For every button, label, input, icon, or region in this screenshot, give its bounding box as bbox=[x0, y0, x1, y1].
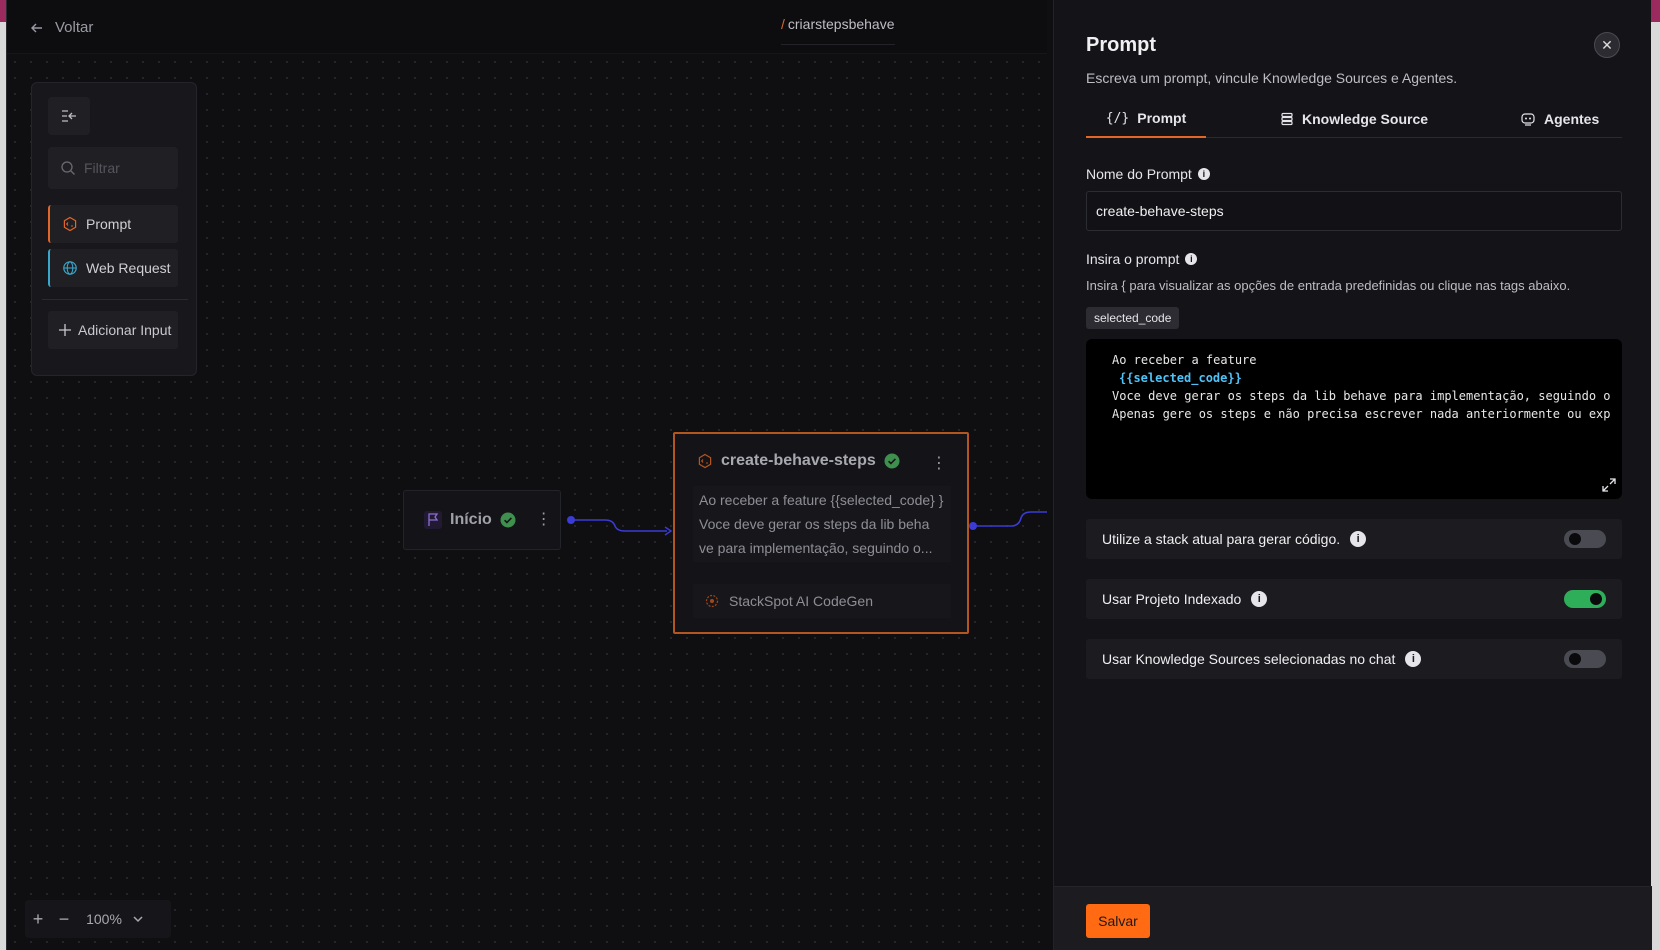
toggle-row-indexed-project: Usar Projeto Indexado i bbox=[1086, 579, 1622, 619]
node-palette: Prompt Web Request Adicionar Input bbox=[31, 82, 197, 376]
panel-footer: Salvar bbox=[1054, 886, 1652, 950]
check-circle-icon bbox=[884, 453, 900, 469]
arrow-left-icon bbox=[31, 23, 42, 32]
tab-prompt[interactable]: {/} Prompt bbox=[1086, 100, 1206, 138]
chevron-down-icon[interactable] bbox=[131, 912, 145, 926]
toggle-label: Usar Projeto Indexado bbox=[1102, 591, 1242, 607]
tab-label: Knowledge Source bbox=[1302, 111, 1429, 127]
toggle-knob bbox=[1569, 533, 1581, 545]
prompt-label: Insira o prompt i bbox=[1086, 251, 1198, 267]
prompt-name-input[interactable] bbox=[1086, 191, 1622, 231]
close-icon: ✕ bbox=[1601, 36, 1613, 53]
editor-line-variable: {{selected_code}} bbox=[1119, 371, 1242, 385]
toggle-row-use-stack: Utilize a stack atual para gerar código.… bbox=[1086, 519, 1622, 559]
prompt-name-label-text: Nome do Prompt bbox=[1086, 166, 1192, 182]
palette-item-label: Web Request bbox=[86, 260, 171, 276]
prompt-name-label: Nome do Prompt i bbox=[1086, 166, 1210, 182]
flow-editor-app: Voltar /criarstepsbehave Prompt Web Requ… bbox=[6, 0, 1652, 950]
panel-tabs: {/} Prompt Knowledge Source Agentes bbox=[1086, 100, 1622, 138]
tab-label: Agentes bbox=[1544, 111, 1600, 127]
agent-icon bbox=[1521, 113, 1535, 126]
info-icon[interactable]: i bbox=[1350, 531, 1367, 547]
palette-item-label: Prompt bbox=[86, 216, 132, 232]
prompt-node-title: create-behave-steps bbox=[721, 452, 876, 469]
prompt-node-footer: StackSpot AI CodeGen bbox=[693, 584, 951, 618]
editor-line: Apenas gere os steps e não precisa escre… bbox=[1112, 407, 1611, 421]
prompt-node[interactable]: create-behave-steps ⋮ Ao receber a featu… bbox=[673, 432, 969, 634]
palette-divider bbox=[42, 299, 188, 300]
stackspot-logo-icon bbox=[705, 594, 719, 608]
toggle-knob bbox=[1569, 653, 1581, 665]
top-bar: Voltar / criarstepsbehave bbox=[7, 0, 1047, 54]
panel-subtitle: Escreva um prompt, vincule Knowledge Sou… bbox=[1086, 70, 1458, 86]
info-icon[interactable]: i bbox=[1197, 168, 1210, 180]
zoom-level: 100% bbox=[86, 911, 122, 927]
filter-box bbox=[48, 147, 178, 189]
globe-icon bbox=[63, 261, 77, 275]
toggle-label: Usar Knowledge Sources selecionadas no c… bbox=[1102, 651, 1396, 667]
flow-canvas[interactable]: Prompt Web Request Adicionar Input Iníci… bbox=[7, 54, 1047, 950]
add-input-label: Adicionar Input bbox=[78, 322, 172, 338]
collapse-palette-button[interactable] bbox=[48, 97, 90, 135]
toggle-indexed-project[interactable] bbox=[1564, 590, 1606, 608]
start-node-label: Início bbox=[450, 511, 492, 528]
start-node[interactable]: Início ⋮ bbox=[403, 490, 561, 550]
save-button[interactable]: Salvar bbox=[1086, 904, 1150, 938]
database-icon bbox=[1281, 112, 1293, 126]
back-label: Voltar bbox=[55, 19, 94, 36]
prompt-node-header: create-behave-steps bbox=[697, 452, 900, 470]
prompt-node-preview: Ao receber a feature {{selected_code} } … bbox=[693, 486, 951, 562]
info-icon[interactable]: i bbox=[1185, 253, 1198, 265]
plus-icon bbox=[59, 324, 71, 336]
toggle-row-chat-knowledge-sources: Usar Knowledge Sources selecionadas no c… bbox=[1086, 639, 1622, 679]
edge-prompt-out bbox=[969, 511, 1047, 530]
toggle-knob bbox=[1590, 593, 1602, 605]
code-braces-icon: {/} bbox=[1105, 110, 1130, 126]
toggle-label: Utilize a stack atual para gerar código. bbox=[1102, 531, 1341, 547]
tab-label: Prompt bbox=[1137, 110, 1187, 126]
breadcrumb-slash: / bbox=[781, 16, 785, 32]
zoom-out-button[interactable]: − bbox=[51, 909, 77, 930]
add-input-button[interactable]: Adicionar Input bbox=[48, 311, 178, 349]
panel-title: Prompt bbox=[1086, 34, 1156, 56]
breadcrumb-flow-name: criarstepsbehave bbox=[787, 16, 895, 32]
collapse-left-icon bbox=[62, 110, 76, 122]
prompt-label-text: Insira o prompt bbox=[1086, 251, 1180, 267]
check-circle-icon bbox=[500, 512, 516, 528]
close-panel-button[interactable]: ✕ bbox=[1594, 32, 1620, 58]
editor-line: Voce deve gerar os steps da lib behave p… bbox=[1112, 389, 1611, 403]
filter-input[interactable] bbox=[84, 160, 174, 176]
palette-item-prompt[interactable]: Prompt bbox=[48, 205, 178, 243]
back-link[interactable]: Voltar bbox=[29, 19, 93, 36]
prompt-editor[interactable]: Ao receber a feature {{selected_code}} Voc… bbox=[1086, 339, 1622, 499]
start-node-menu-icon[interactable]: ⋮ bbox=[536, 512, 552, 528]
prompt-hint: Insira { para visualizar as opções de en… bbox=[1086, 278, 1571, 293]
editor-line: Ao receber a feature bbox=[1112, 353, 1257, 367]
prompt-node-icon bbox=[698, 453, 712, 469]
palette-item-web-request[interactable]: Web Request bbox=[48, 249, 178, 287]
info-icon[interactable]: i bbox=[1405, 651, 1422, 667]
prompt-config-panel: Prompt Escreva um prompt, vincule Knowle… bbox=[1053, 0, 1652, 950]
toggle-chat-knowledge-sources[interactable] bbox=[1564, 650, 1606, 668]
toggle-use-stack[interactable] bbox=[1564, 530, 1606, 548]
search-icon bbox=[61, 161, 75, 175]
info-icon[interactable]: i bbox=[1251, 591, 1268, 607]
zoom-controls: + − 100% bbox=[25, 900, 171, 938]
tab-agentes[interactable]: Agentes bbox=[1520, 100, 1599, 138]
prompt-node-icon bbox=[63, 216, 77, 232]
prompt-node-footer-label: StackSpot AI CodeGen bbox=[729, 593, 873, 609]
edge-start-to-prompt bbox=[567, 516, 673, 536]
tag-selected-code[interactable]: selected_code bbox=[1086, 307, 1180, 329]
tab-knowledge-source[interactable]: Knowledge Source bbox=[1280, 100, 1428, 138]
breadcrumb: / criarstepsbehave bbox=[781, 16, 895, 45]
zoom-in-button[interactable]: + bbox=[25, 909, 51, 930]
expand-icon[interactable] bbox=[1602, 478, 1616, 492]
flag-icon bbox=[424, 511, 442, 529]
prompt-node-menu-icon[interactable]: ⋮ bbox=[931, 456, 947, 472]
